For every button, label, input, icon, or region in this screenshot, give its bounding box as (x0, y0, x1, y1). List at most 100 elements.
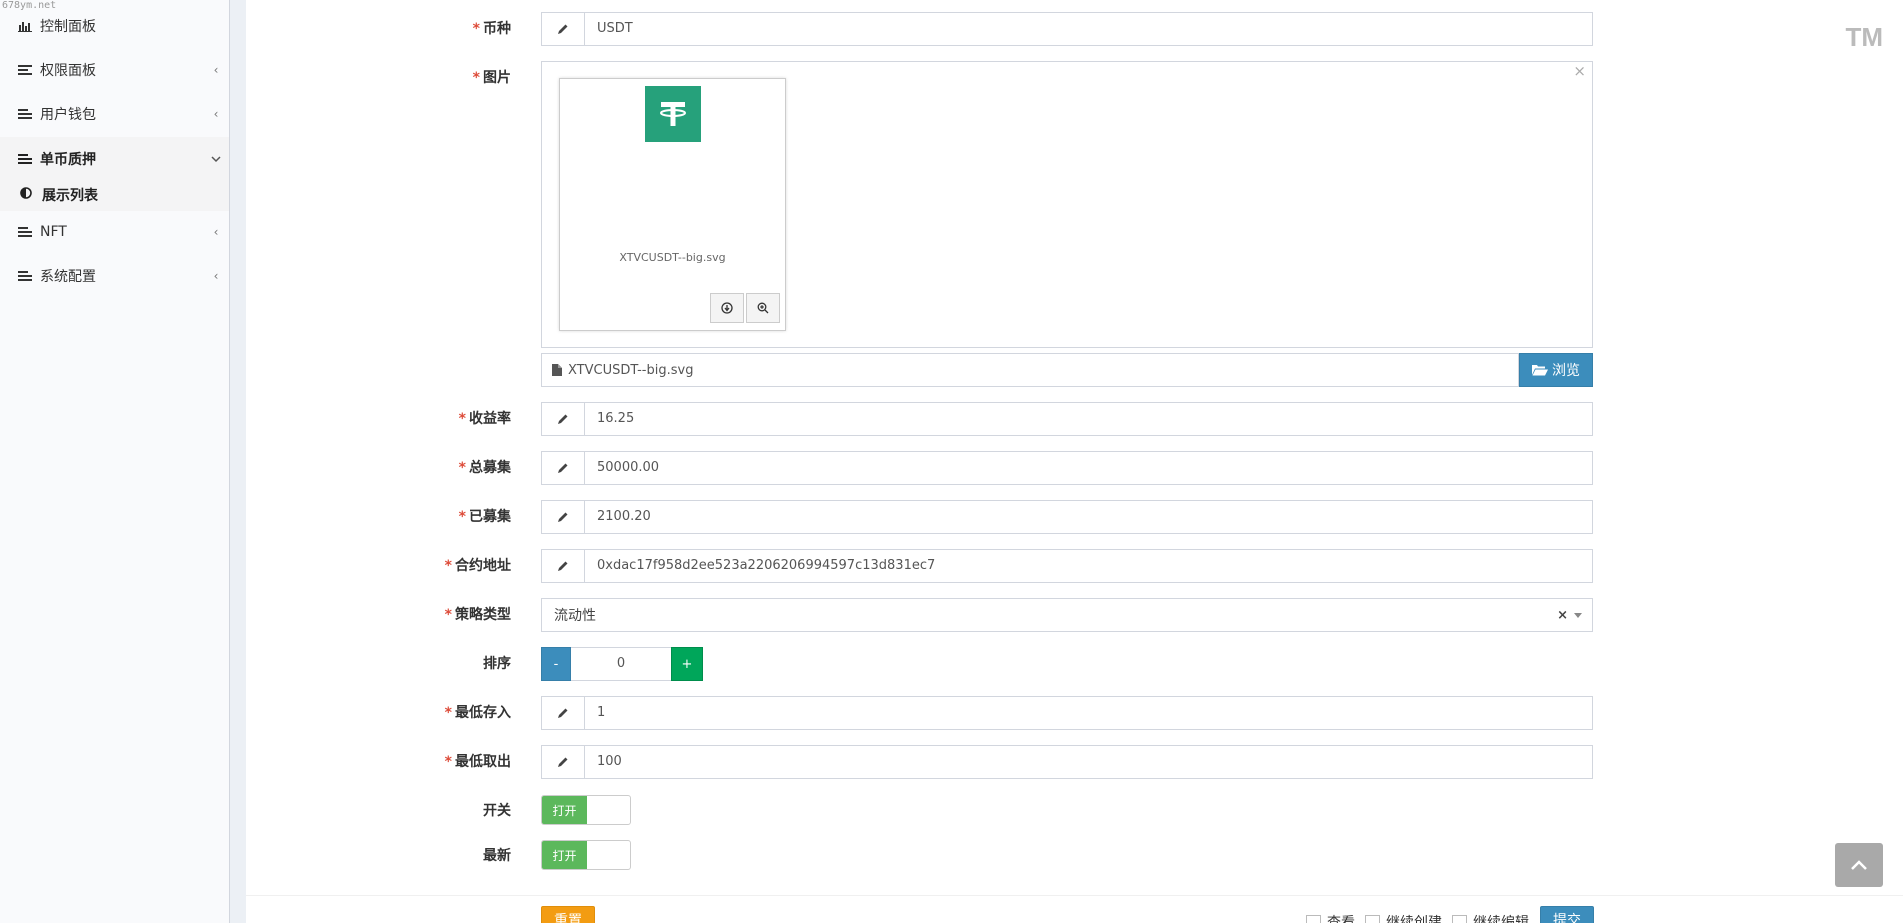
chevron-down-icon (203, 152, 229, 166)
checkbox-box[interactable] (1306, 914, 1321, 923)
currency-value[interactable]: USDT (585, 13, 1592, 45)
sidebar-item-permissions[interactable]: 权限面板 ‹ (0, 50, 229, 90)
raised-value[interactable]: 2100.20 (585, 501, 1592, 533)
chevron-left-icon: ‹ (213, 107, 219, 121)
field-label: * 总募集 (458, 460, 511, 476)
form-row-min-deposit: * 最低存入 1 (246, 696, 1903, 730)
strategy-selected-value: 流动性 (554, 608, 596, 624)
yield-rate-value[interactable]: 16.25 (585, 403, 1592, 435)
form-row-contract: * 合约地址 0xdac17f958d2ee523a2206206994597c1… (246, 549, 1903, 583)
increment-button[interactable]: + (671, 647, 703, 681)
checkbox-box[interactable] (1365, 914, 1380, 923)
pencil-icon (542, 501, 585, 533)
pencil-icon (542, 746, 585, 778)
file-name-field[interactable]: XTVCUSDT--big.svg (541, 353, 1519, 387)
currency-input[interactable]: USDT (541, 12, 1593, 46)
continue-create-checkbox[interactable]: 继续创建 (1365, 912, 1442, 923)
file-name-text: XTVCUSDT--big.svg (568, 362, 694, 378)
sidebar-item-label: 单币质押 (40, 152, 96, 168)
yield-rate-input[interactable]: 16.25 (541, 402, 1593, 436)
min-withdraw-value[interactable]: 100 (585, 746, 1592, 778)
chevron-left-icon: ‹ (213, 63, 219, 77)
field-label: * 图片 (472, 70, 511, 86)
back-to-top-button[interactable] (1835, 843, 1883, 887)
view-checkbox[interactable]: 查看 (1306, 912, 1355, 923)
contract-address-value[interactable]: 0xdac17f958d2ee523a2206206994597c13d831e… (585, 550, 1592, 582)
dropdown-arrow-icon[interactable] (1574, 612, 1582, 618)
form-row-currency: * 币种 USDT (246, 12, 1903, 46)
min-deposit-input[interactable]: 1 (541, 696, 1593, 730)
form-row-raised: * 已募集 2100.20 (246, 500, 1903, 534)
sort-value[interactable]: 0 (571, 647, 671, 681)
browse-button[interactable]: 浏览 (1519, 353, 1593, 387)
pencil-icon (542, 452, 585, 484)
sidebar-item-label: 权限面板 (40, 63, 96, 79)
switch-toggle[interactable]: 打开 (541, 795, 631, 825)
file-input-group: XTVCUSDT--big.svg 浏览 (541, 353, 1593, 387)
checkbox-label: 继续编辑 (1473, 915, 1529, 923)
pencil-icon (542, 550, 585, 582)
reset-button[interactable]: 重置 (541, 906, 595, 923)
field-label: 开关 (483, 803, 511, 819)
form-footer-divider (246, 895, 1903, 896)
form-row-sort: 排序 - 0 + (246, 647, 1903, 681)
field-label: 排序 (483, 656, 511, 672)
sort-stepper: - 0 + (541, 647, 703, 681)
half-circle-icon (20, 187, 42, 203)
thumbnail-filename: XTVCUSDT--big.svg (619, 251, 726, 264)
pencil-icon (542, 697, 585, 729)
download-icon[interactable] (710, 293, 744, 323)
checkbox-label: 查看 (1327, 915, 1355, 923)
field-label: * 最低存入 (444, 705, 511, 721)
sidebar-item-label: 系统配置 (40, 269, 96, 285)
form-panel: TM * 币种 USDT * 图片 × XTVCUSDT--big.svg XT… (246, 0, 1903, 923)
form-row-latest: 最新 打开 (246, 839, 1903, 873)
decrement-button[interactable]: - (541, 647, 571, 681)
continue-edit-checkbox[interactable]: 继续编辑 (1452, 912, 1529, 923)
list-icon (18, 64, 40, 76)
field-label: * 最低取出 (444, 754, 511, 770)
sidebar-subitem-display-list[interactable]: 展示列表 (0, 179, 229, 211)
field-label: * 合约地址 (444, 558, 511, 574)
form-row-switch: 开关 打开 (246, 794, 1903, 828)
raised-input[interactable]: 2100.20 (541, 500, 1593, 534)
total-raise-value[interactable]: 50000.00 (585, 452, 1592, 484)
strategy-select[interactable]: 流动性 × (541, 598, 1593, 632)
file-icon (552, 364, 562, 376)
chevron-up-icon (1851, 860, 1867, 870)
sidebar-item-label: 控制面板 (40, 19, 96, 35)
contract-address-input[interactable]: 0xdac17f958d2ee523a2206206994597c13d831e… (541, 549, 1593, 583)
sidebar-subitem-label: 展示列表 (42, 188, 98, 204)
pencil-icon (542, 13, 585, 45)
checkbox-label: 继续创建 (1386, 915, 1442, 923)
min-deposit-value[interactable]: 1 (585, 697, 1592, 729)
sidebar-item-staking[interactable]: 单币质押 (0, 137, 229, 181)
form-row-min-withdraw: * 最低取出 100 (246, 745, 1903, 779)
form-row-strategy: * 策略类型 流动性 × (246, 598, 1903, 632)
image-thumbnail: XTVCUSDT--big.svg (559, 78, 786, 331)
toggle-on-label: 打开 (542, 796, 587, 824)
sidebar: 678ym.net 控制面板 权限面板 ‹ 用户钱包 ‹ 单币质押 展示列表 N… (0, 0, 230, 923)
sidebar-item-dashboard[interactable]: 控制面板 (0, 6, 229, 46)
sidebar-item-user-wallet[interactable]: 用户钱包 ‹ (0, 94, 229, 134)
checkbox-box[interactable] (1452, 914, 1467, 923)
list-icon (18, 226, 40, 238)
folder-open-icon (1532, 364, 1548, 376)
close-icon[interactable]: × (1573, 62, 1586, 80)
latest-toggle[interactable]: 打开 (541, 840, 631, 870)
sidebar-item-nft[interactable]: NFT ‹ (0, 212, 229, 252)
field-label: * 收益率 (458, 411, 511, 427)
sidebar-item-label: NFT (40, 224, 67, 240)
form-row-total-raise: * 总募集 50000.00 (246, 451, 1903, 485)
total-raise-input[interactable]: 50000.00 (541, 451, 1593, 485)
field-label: * 策略类型 (444, 607, 511, 623)
min-withdraw-input[interactable]: 100 (541, 745, 1593, 779)
clear-icon[interactable]: × (1557, 608, 1568, 623)
zoom-in-icon[interactable] (746, 293, 780, 323)
toggle-on-label: 打开 (542, 841, 587, 869)
chevron-left-icon: ‹ (213, 225, 219, 239)
chevron-left-icon: ‹ (213, 269, 219, 283)
pencil-icon (542, 403, 585, 435)
submit-button[interactable]: 提交 (1540, 906, 1594, 923)
sidebar-item-system-config[interactable]: 系统配置 ‹ (0, 256, 229, 296)
